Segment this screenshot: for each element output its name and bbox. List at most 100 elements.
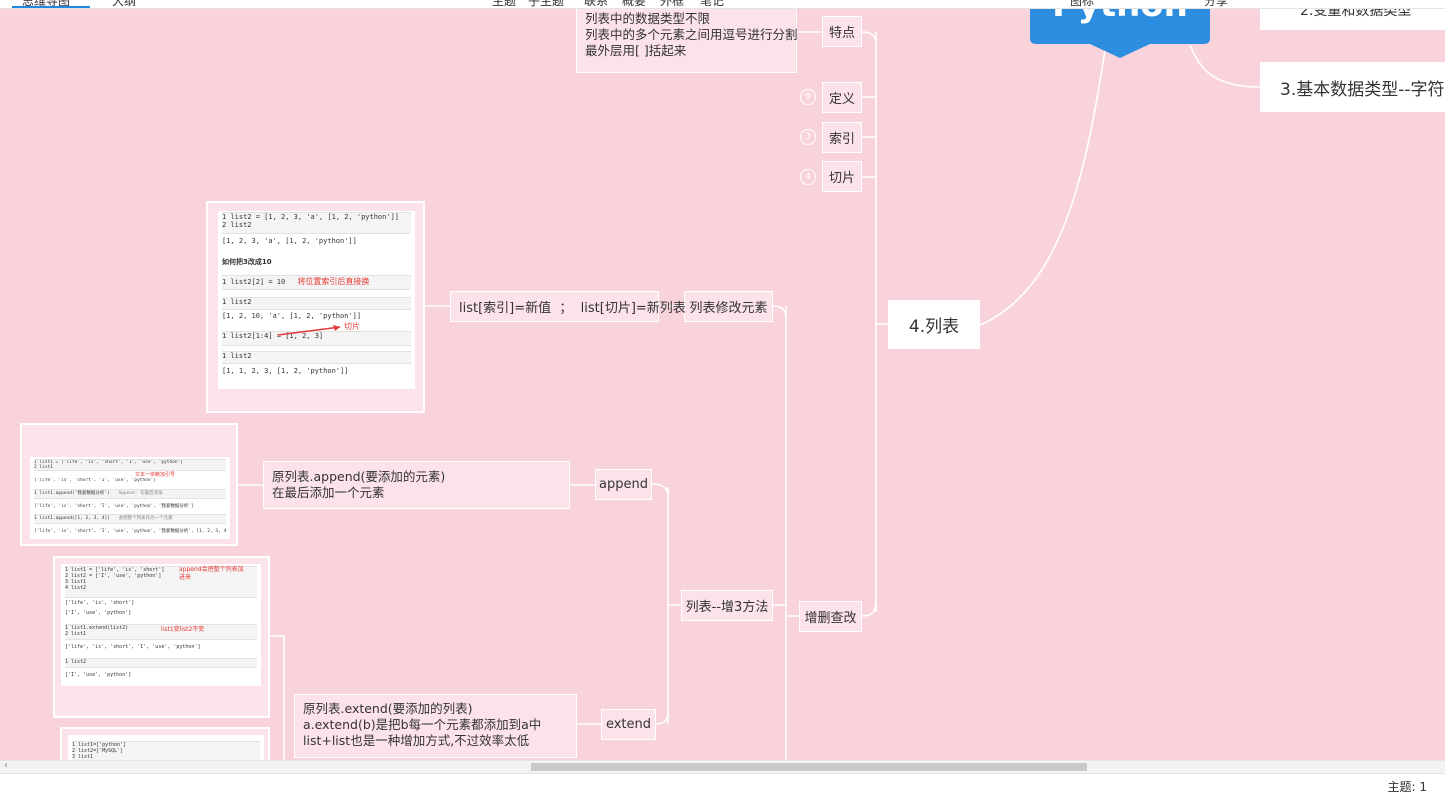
plus-image-node[interactable]: 1 list1=['python'] 2 list2=['MySQL'] 3 l… (60, 727, 270, 760)
append-image-node[interactable]: 1 list1 = ['life', 'is', 'short', 'I', '… (20, 423, 238, 546)
collapse-badge-slice[interactable]: 4 (800, 169, 816, 185)
extend-detail[interactable]: 原列表.extend(要添加的列表) a.extend(b)是把b每一个元素都添… (294, 694, 577, 758)
top-toolbar-strip: 思维导图 大纲 主题 子主题 联系 概要 外框 笔记 图标 分享 (0, 0, 1445, 9)
annotation-note: 将位置索引后直接换 (297, 277, 370, 286)
modify-image-node[interactable]: 1 list2 = [1, 2, 3, 'a', [1, 2, 'python'… (206, 201, 425, 413)
node-add-methods-label: 列表--增3方法 (685, 600, 769, 615)
collapse-badge-index[interactable]: 3 (800, 129, 816, 145)
code-output: ['life', 'is', 'short', 'I', 'use', 'pyt… (34, 529, 226, 534)
node-slice[interactable]: 切片 (822, 161, 862, 192)
code-line: 1 list1.append('我爱数据分析') (34, 491, 110, 496)
code-output: ['life', 'is', 'short', 'I', 'use', 'pyt… (34, 478, 156, 483)
branch-strings[interactable]: 3.基本数据类型--字符 (1260, 62, 1445, 112)
node-extend[interactable]: extend (601, 709, 656, 740)
node-slice-label: 切片 (828, 171, 855, 186)
code-output: [1, 1, 2, 3, [1, 2, 'python']] (222, 367, 349, 375)
mindmap-canvas[interactable]: Python 2.变量和数据类型 3.基本数据类型--字符 4.列表 列表是一种… (0, 0, 1445, 760)
toolbar-share[interactable]: 分享 (1204, 0, 1228, 8)
node-modify[interactable]: 列表修改元素 (684, 291, 773, 322)
code-line: 1 list2[2] = 10 (222, 278, 286, 286)
extend-code-screenshot: 1 list1 = ['life', 'is', 'short'] 2 list… (61, 564, 261, 686)
annotation-note: 文本一依赖加引号 (135, 472, 176, 478)
code-output: ['life', 'is', 'short', 'I', 'use', 'pyt… (65, 644, 201, 650)
node-features[interactable]: 特点 (822, 16, 862, 47)
plus-code-screenshot: 1 list1=['python'] 2 list2=['MySQL'] 3 l… (68, 735, 264, 760)
markdown-heading: 如何把3改成10 (222, 258, 272, 266)
link-extend-shot (270, 635, 285, 760)
horizontal-scrollbar[interactable]: ‹ (0, 760, 1445, 773)
branch-list-label: 4.列表 (908, 317, 960, 337)
code-line: 1 list1.append([1, 2, 3, 4]) (34, 516, 110, 521)
extend-detail-line-1: 原列表.extend(要添加的列表) (303, 701, 473, 716)
modify-detail[interactable]: list[索引]=新值 ； list[切片]=新列表 (450, 291, 686, 322)
code-output: ['I', 'use', 'python'] (65, 672, 132, 678)
toolbar-notes[interactable]: 笔记 (700, 0, 724, 8)
tab-outline[interactable]: 大纲 (112, 0, 136, 8)
node-append-label: append (599, 477, 648, 492)
code-output: ['I', 'use', 'python'] (65, 610, 132, 616)
node-extend-label: extend (605, 717, 652, 732)
badge-slice-count: 4 (805, 172, 811, 182)
toolbar-subtopic[interactable]: 子主题 (528, 0, 564, 8)
code-cell: 1 list1.append([1, 2, 3, 4]) 会把整个列表作为一个元… (34, 514, 226, 524)
code-output: ['life', 'is', 'short'] (65, 600, 135, 606)
toolbar-relation[interactable]: 联系 (584, 0, 608, 8)
extend-detail-line-2: a.extend(b)是把b每一个元素都添加到a中 (303, 717, 542, 732)
node-index-label: 索引 (828, 132, 855, 147)
code-cell: 1 list2 = [1, 2, 3, 'a', [1, 2, 'python'… (222, 212, 411, 234)
code-line: 1 list2 = [1, 2, 3, 'a', [1, 2, 'python'… (222, 213, 400, 221)
append-detail[interactable]: 原列表.append(要添加的元素) 在最后添加一个元素 (263, 461, 570, 509)
code-cell: 1 list1 = ['life', 'is', 'short', 'I', '… (34, 459, 226, 471)
append-detail-line-1: 原列表.append(要添加的元素) (272, 469, 446, 484)
node-append[interactable]: append (595, 469, 652, 500)
collapse-badge-definition[interactable]: 9 (800, 89, 816, 105)
code-output: [1, 2, 10, 'a', [1, 2, 'python']] (222, 312, 362, 320)
node-definition-label: 定义 (828, 92, 855, 107)
node-definition[interactable]: 定义 (822, 82, 862, 113)
badge-index-count: 3 (805, 132, 811, 142)
node-crud-label: 增删查改 (804, 611, 857, 626)
link-list-children (861, 31, 888, 617)
modify-detail-text: list[索引]=新值 ； list[切片]=新列表 (459, 301, 686, 316)
code-cell: 1 list1=['python'] 2 list2=['MySQL'] 3 l… (72, 741, 260, 760)
features-line-3: 列表中的多个元素之间用逗号进行分割 (585, 27, 798, 42)
branch-list[interactable]: 4.列表 (888, 300, 980, 349)
annotation-note: append会把整个列表加进来 (179, 566, 244, 581)
node-index[interactable]: 索引 (822, 122, 862, 153)
features-line-2: 列表中的数据类型不限 (585, 11, 711, 26)
annotation-note: Append: 在最后添加 (118, 491, 163, 496)
toolbar-boundary[interactable]: 外框 (660, 0, 684, 8)
scroll-left-arrow-icon[interactable]: ‹ (4, 760, 8, 771)
append-code-screenshot: 1 list1 = ['life', 'is', 'short', 'I', '… (30, 457, 230, 539)
annotation-note: list1变list2不变 (161, 626, 205, 633)
code-line: 1 list2 (65, 658, 257, 668)
modify-code-screenshot: 1 list2 = [1, 2, 3, 'a', [1, 2, 'python'… (218, 211, 415, 389)
code-cell: 1 list1.append('我爱数据分析') Append: 在最后添加 (34, 489, 226, 499)
code-cell: 1 list2[2] = 10 将位置索引后直接换 (222, 275, 411, 290)
toolbar-topic[interactable]: 主题 (492, 0, 516, 8)
badge-definition-count: 9 (805, 92, 811, 102)
active-tab-indicator (12, 6, 90, 8)
annotation-arrow (278, 325, 341, 336)
theme-count: 主题: 1 (1387, 780, 1428, 794)
link-add-methods (651, 483, 681, 725)
code-line: 1 list2 (222, 297, 411, 310)
code-line: 2 list2 (222, 221, 252, 229)
node-modify-label: 列表修改元素 (689, 301, 768, 316)
annotation-note: 会把整个列表作为一个元素 (118, 516, 173, 521)
features-line-4: 最外层用[ ]括起来 (585, 43, 687, 58)
code-line: 2 list1 (34, 465, 53, 470)
node-add-methods[interactable]: 列表--增3方法 (681, 590, 773, 621)
link-root-list (979, 49, 1106, 326)
node-crud[interactable]: 增删查改 (799, 601, 862, 632)
link-crud-children (772, 305, 799, 760)
code-output: ['life', 'is', 'short', 'I', 'use', 'pyt… (34, 504, 194, 509)
code-line: 1 list2 (222, 351, 411, 364)
toolbar-summary[interactable]: 概要 (622, 0, 646, 8)
features-detail[interactable]: 列表是一种可变的数据类型 列表中的数据类型不限 列表中的多个元素之间用逗号进行分… (576, 0, 798, 73)
scrollbar-thumb[interactable] (531, 763, 1087, 771)
status-bar: 主题: 1 (0, 773, 1445, 795)
extend-image-node[interactable]: 1 list1 = ['life', 'is', 'short'] 2 list… (53, 556, 270, 718)
code-output: [1, 2, 3, 'a', [1, 2, 'python']] (222, 237, 357, 245)
toolbar-icons[interactable]: 图标 (1070, 0, 1094, 8)
